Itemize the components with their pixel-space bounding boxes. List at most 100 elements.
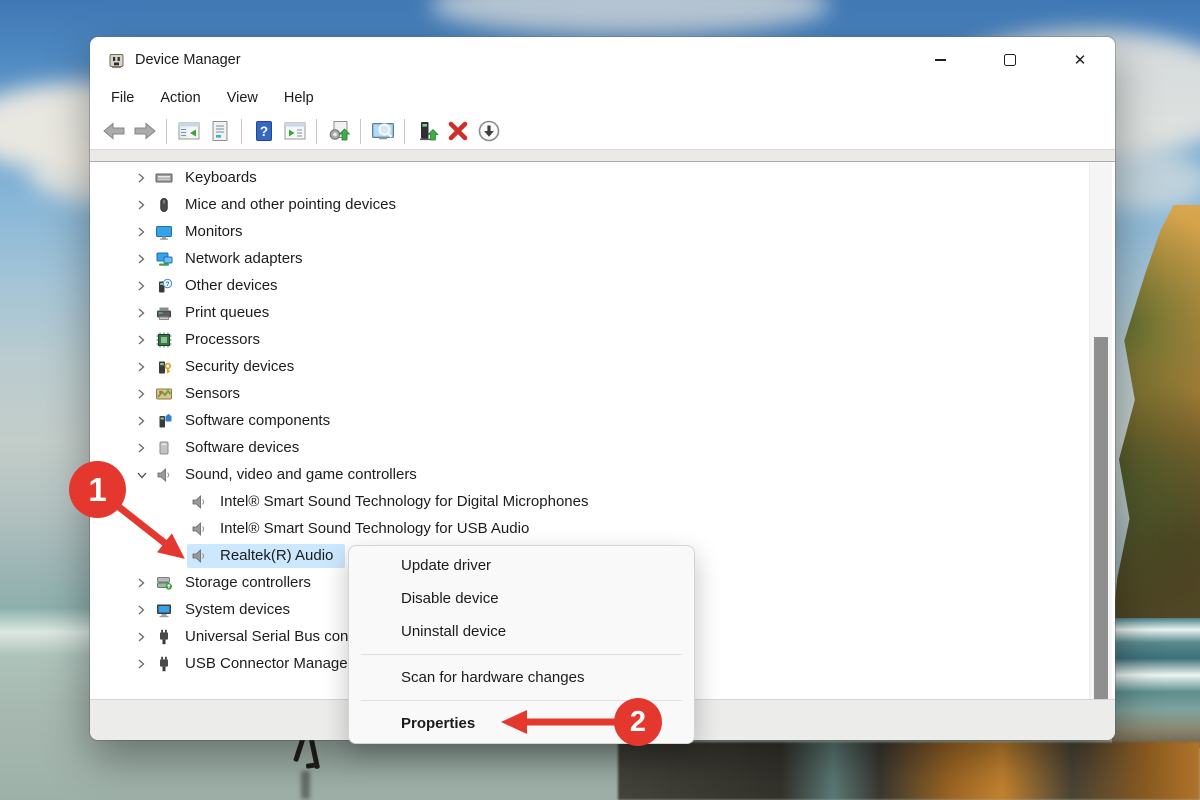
chevron-right-icon[interactable] — [136, 279, 152, 293]
help-button[interactable]: ? — [248, 117, 279, 145]
software-device-icon — [155, 439, 173, 457]
scan-hardware-button[interactable] — [367, 117, 398, 145]
tree-item-software-components[interactable]: Software components — [90, 407, 1085, 434]
tree-item-label: Network adapters — [185, 250, 303, 267]
toolbar-separator — [404, 119, 405, 144]
tree-item-label: Print queues — [185, 304, 269, 321]
chevron-right-icon[interactable] — [136, 414, 152, 428]
chevron-right-icon[interactable] — [136, 603, 152, 617]
usb-icon — [155, 655, 173, 673]
tree-item-security-devices[interactable]: Security devices — [90, 353, 1085, 380]
tree-item-label: Other devices — [185, 277, 278, 294]
tree-item-label: USB Connector Managers — [185, 655, 360, 672]
tree-item-label: Intel® Smart Sound Technology for USB Au… — [220, 520, 529, 537]
uninstall-icon — [446, 119, 470, 143]
tree-item-label: Intel® Smart Sound Technology for Digita… — [220, 493, 588, 510]
menu-help[interactable]: Help — [271, 87, 327, 109]
menu-item-uninstall-device[interactable]: Uninstall device — [349, 615, 694, 648]
action-pane-icon — [283, 119, 307, 143]
tree-item-network-adapters[interactable]: Network adapters — [90, 245, 1085, 272]
tree-item-label: Software devices — [185, 439, 299, 456]
tree-item-software-devices[interactable]: Software devices — [90, 434, 1085, 461]
menu-view[interactable]: View — [214, 87, 271, 109]
title-bar[interactable]: Device Manager ✕ — [90, 37, 1115, 83]
cloud — [430, 0, 830, 36]
chevron-down-icon[interactable] — [136, 468, 152, 482]
menu-file[interactable]: File — [98, 87, 147, 109]
menu-action[interactable]: Action — [147, 87, 213, 109]
tree-item-intel-smart-sound-technology-for-digital-microphones[interactable]: Intel® Smart Sound Technology for Digita… — [90, 488, 1085, 515]
processor-icon — [155, 331, 173, 349]
toolbar-separator — [166, 119, 167, 144]
scrollbar-thumb[interactable] — [1094, 337, 1108, 699]
chevron-right-icon[interactable] — [136, 576, 152, 590]
vertical-scrollbar[interactable] — [1089, 162, 1112, 699]
tree-item-intel-smart-sound-technology-for-usb-audio[interactable]: Intel® Smart Sound Technology for USB Au… — [90, 515, 1085, 542]
toolbar-separator — [316, 119, 317, 144]
update-driver-button[interactable] — [323, 117, 354, 145]
menu-item-disable-device[interactable]: Disable device — [349, 582, 694, 615]
tree-item-other-devices[interactable]: ? Other devices — [90, 272, 1085, 299]
chevron-right-icon[interactable] — [136, 441, 152, 455]
minimize-button[interactable] — [905, 37, 975, 83]
disable-icon — [477, 119, 501, 143]
tree-item-label: System devices — [185, 601, 290, 618]
tree-item-keyboards[interactable]: Keyboards — [90, 164, 1085, 191]
tree-item-label: Monitors — [185, 223, 243, 240]
speaker-icon — [190, 547, 208, 565]
tree-item-monitors[interactable]: Monitors — [90, 218, 1085, 245]
wet-sand-reflection — [618, 742, 1200, 800]
close-icon: ✕ — [1074, 53, 1087, 68]
chevron-right-icon[interactable] — [136, 333, 152, 347]
show-action-pane-button[interactable] — [279, 117, 310, 145]
tree-item-label: Storage controllers — [185, 574, 311, 591]
window-title: Device Manager — [135, 52, 241, 68]
menu-separator — [349, 648, 694, 661]
uninstall-device-button[interactable] — [442, 117, 473, 145]
keyboard-icon — [155, 169, 173, 187]
show-console-tree-button[interactable] — [173, 117, 204, 145]
tree-item-processors[interactable]: Processors — [90, 326, 1085, 353]
chevron-right-icon[interactable] — [136, 225, 152, 239]
chevron-right-icon[interactable] — [136, 171, 152, 185]
chevron-right-icon[interactable] — [136, 657, 152, 671]
update-device-icon — [415, 119, 439, 143]
svg-text:?: ? — [166, 280, 170, 287]
toolbar-separator — [241, 119, 242, 144]
tree-item-label: Processors — [185, 331, 260, 348]
chevron-right-icon[interactable] — [136, 360, 152, 374]
back-button[interactable] — [98, 117, 129, 145]
chevron-right-icon[interactable] — [136, 198, 152, 212]
cliff-rock — [1112, 205, 1200, 629]
security-device-icon — [155, 358, 173, 376]
tree-item-label: Mice and other pointing devices — [185, 196, 396, 213]
usb-icon — [155, 628, 173, 646]
tree-item-label: Sound, video and game controllers — [185, 466, 417, 483]
device-manager-icon — [108, 52, 125, 69]
svg-text:?: ? — [259, 124, 267, 139]
unknown-device-icon: ? — [155, 277, 173, 295]
tree-item-label: Sensors — [185, 385, 240, 402]
tree-item-sound-video-and-game-controllers[interactable]: Sound, video and game controllers — [90, 461, 1085, 488]
storage-controller-icon — [155, 574, 173, 592]
toolbar-separator — [360, 119, 361, 144]
tree-item-label: Security devices — [185, 358, 294, 375]
menu-item-scan-for-hardware-changes[interactable]: Scan for hardware changes — [349, 661, 694, 694]
close-button[interactable]: ✕ — [1045, 37, 1115, 83]
forward-button[interactable] — [129, 117, 160, 145]
mouse-icon — [155, 196, 173, 214]
disable-device-button[interactable] — [473, 117, 504, 145]
update-device-button[interactable] — [411, 117, 442, 145]
chevron-right-icon[interactable] — [136, 387, 152, 401]
chevron-right-icon[interactable] — [136, 630, 152, 644]
tree-item-sensors[interactable]: Sensors — [90, 380, 1085, 407]
maximize-button[interactable] — [975, 37, 1045, 83]
properties-button[interactable] — [204, 117, 235, 145]
toolbar: ? — [90, 113, 1115, 149]
runner-reflection — [301, 771, 310, 799]
chevron-right-icon[interactable] — [136, 252, 152, 266]
menu-item-update-driver[interactable]: Update driver — [349, 549, 694, 582]
chevron-right-icon[interactable] — [136, 306, 152, 320]
tree-item-mice-and-other-pointing-devices[interactable]: Mice and other pointing devices — [90, 191, 1085, 218]
tree-item-print-queues[interactable]: Print queues — [90, 299, 1085, 326]
